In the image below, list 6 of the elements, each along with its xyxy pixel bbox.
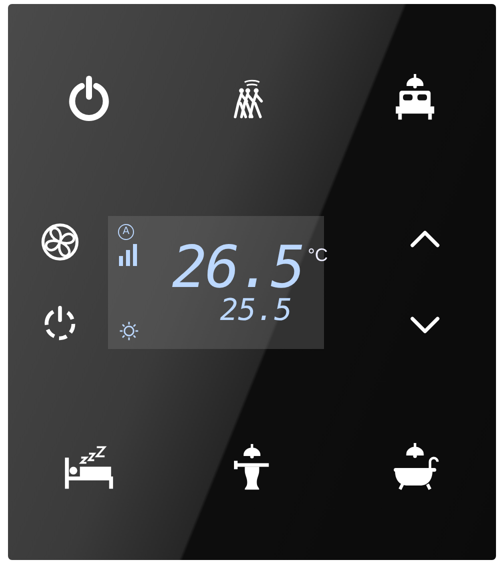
set-temperature: 26.5 [172,238,304,296]
fan-icon[interactable] [40,222,80,262]
room-temperature: 25.5 [220,296,292,326]
fan-speed-bars-icon [118,244,138,266]
auto-mode-indicator: A [118,224,134,240]
temperature-unit: °C [308,244,328,266]
